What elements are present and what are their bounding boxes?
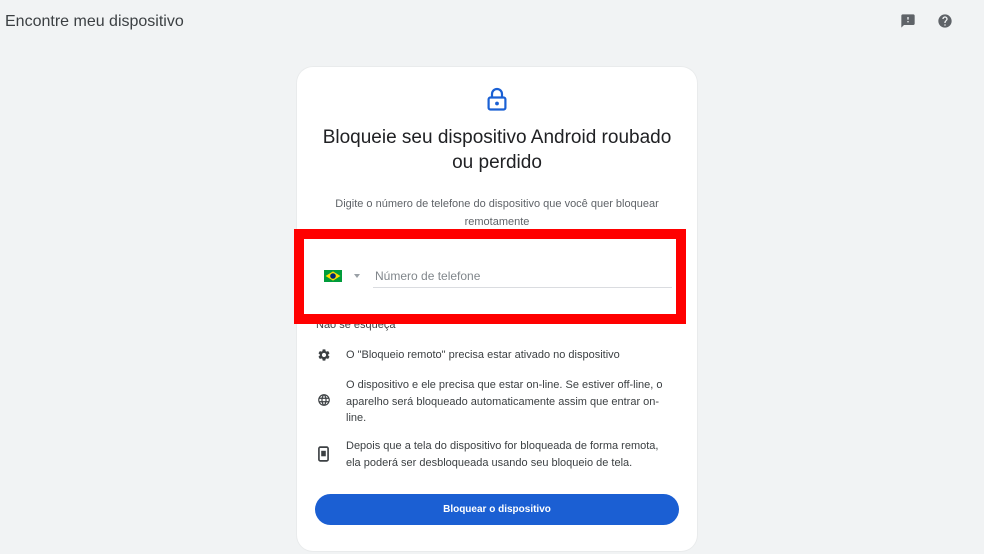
help-icon	[938, 14, 952, 28]
reminder-heading: Não se esqueça	[316, 319, 396, 331]
chevron-down-icon	[354, 274, 360, 278]
phone-number-input[interactable]	[373, 265, 672, 288]
help-button[interactable]	[937, 13, 953, 29]
brazil-flag-icon	[324, 270, 342, 282]
globe-icon	[318, 394, 330, 406]
gear-icon	[318, 349, 330, 361]
country-code-selector[interactable]	[324, 265, 360, 287]
top-bar: Encontre meu dispositivo	[0, 0, 984, 44]
feedback-button[interactable]	[900, 13, 916, 29]
app-title: Encontre meu dispositivo	[5, 13, 184, 30]
reminder-text: Depois que a tela do dispositivo for blo…	[346, 440, 659, 469]
reminder-text: O "Bloqueio remoto" precisa estar ativad…	[346, 349, 620, 361]
feedback-icon	[901, 14, 915, 28]
lock-device-card: Bloqueie seu dispositivo Android roubado…	[297, 67, 697, 551]
reminder-text: O dispositivo e ele precisa que estar on…	[346, 379, 663, 424]
phone-icon	[318, 446, 329, 462]
lock-icon	[487, 87, 507, 111]
card-subtitle: Digite o número de telefone do dispositi…	[335, 198, 659, 228]
card-title: Bloqueie seu dispositivo Android roubado…	[322, 127, 672, 173]
lock-device-button[interactable]: Bloquear o dispositivo	[315, 494, 679, 525]
